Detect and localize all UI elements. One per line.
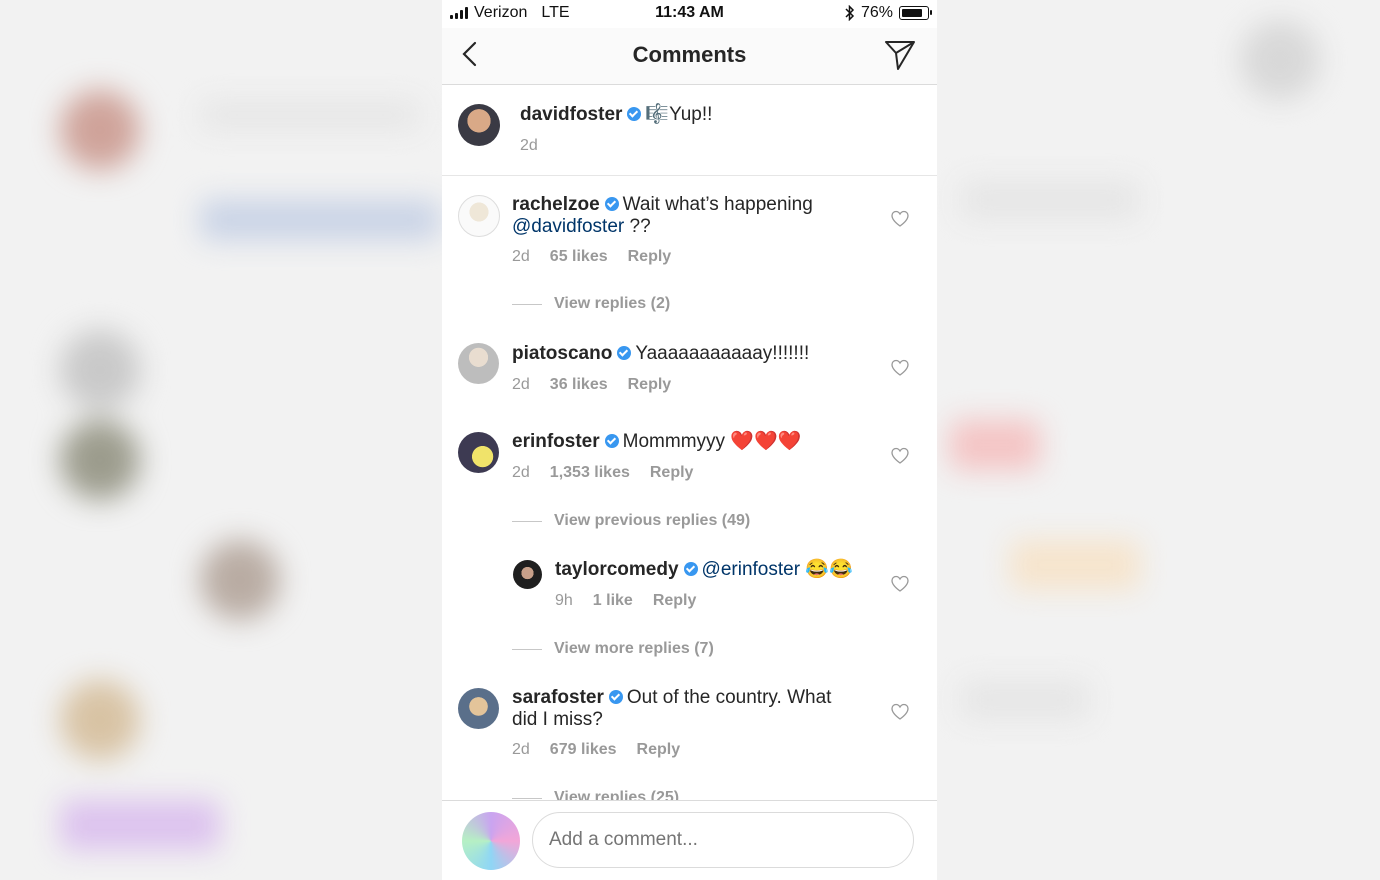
avatar [462, 812, 520, 870]
verified-badge-icon [604, 434, 619, 448]
heart-outline-icon[interactable] [891, 575, 909, 593]
comment-text: ?? [624, 216, 651, 237]
timestamp: 2d [512, 741, 530, 758]
post-caption: davidfoster 🎼Yup!! 2d [442, 85, 937, 176]
avatar[interactable] [458, 432, 499, 473]
mention-link[interactable]: @erinfoster [702, 559, 801, 580]
likes-count[interactable]: 1,353 likes [550, 464, 630, 482]
verified-badge-icon [617, 346, 632, 360]
comment-text: Yaaaaaaaaaaay!!!!!!! [635, 343, 810, 364]
avatar[interactable] [458, 343, 499, 384]
verified-badge-icon [627, 107, 642, 121]
paper-plane-icon[interactable] [883, 38, 917, 72]
timestamp: 2d [520, 137, 538, 154]
timestamp: 9h [555, 592, 573, 609]
username[interactable]: taylorcomedy [555, 559, 679, 580]
comment-text: Wait what’s happening [622, 194, 813, 215]
mention-link[interactable]: @davidfoster [512, 216, 624, 237]
view-previous-replies-button[interactable]: View previous replies (49) [512, 512, 750, 530]
reply-button[interactable]: Reply [637, 741, 681, 759]
avatar[interactable] [513, 560, 542, 589]
comment-text: Out of the country. What [626, 687, 832, 708]
avatar[interactable] [458, 688, 499, 729]
username[interactable]: sarafoster [512, 687, 604, 708]
avatar[interactable] [458, 104, 500, 146]
phone-screen: Verizon LTE 11:43 AM 76% Comments davidf… [442, 0, 937, 880]
page-title: Comments [632, 42, 747, 67]
view-replies-label: View replies (2) [554, 295, 671, 312]
battery-icon [899, 6, 932, 20]
timestamp: 2d [512, 464, 530, 481]
reply-button[interactable]: Reply [628, 376, 672, 394]
username[interactable]: rachelzoe [512, 194, 600, 215]
timestamp: 2d [512, 376, 530, 393]
bluetooth-icon [845, 5, 855, 21]
heart-outline-icon[interactable] [891, 210, 909, 228]
comment-text: 😂😂 [800, 559, 853, 580]
caption-text: 🎼Yup!! [645, 104, 713, 125]
heart-outline-icon[interactable] [891, 359, 909, 377]
username[interactable]: piatoscano [512, 343, 612, 364]
likes-count[interactable]: 65 likes [550, 248, 608, 266]
heart-outline-icon[interactable] [891, 703, 909, 721]
battery-percent: 76% [860, 4, 893, 21]
verified-badge-icon [604, 197, 619, 211]
view-replies-label: View previous replies (49) [554, 512, 751, 529]
likes-count[interactable]: 36 likes [550, 376, 608, 394]
avatar[interactable] [458, 195, 500, 237]
likes-count[interactable]: 679 likes [550, 741, 617, 759]
status-bar: Verizon LTE 11:43 AM 76% [442, 0, 937, 28]
verified-badge-icon [608, 690, 623, 704]
heart-outline-icon[interactable] [891, 447, 909, 465]
reply-button[interactable]: Reply [650, 464, 694, 482]
verified-badge-icon [683, 562, 698, 576]
reply-button[interactable]: Reply [628, 248, 672, 266]
view-replies-label: View more replies (7) [554, 640, 714, 657]
username[interactable]: davidfoster [520, 104, 622, 125]
nav-bar: Comments [442, 28, 937, 85]
comment-input[interactable] [532, 812, 914, 868]
comment-composer [442, 800, 937, 880]
comment-text: Mommmyyy ❤️❤️❤️ [622, 431, 802, 452]
view-replies-button[interactable]: View replies (2) [512, 295, 670, 313]
reply-button[interactable]: Reply [653, 592, 697, 610]
view-more-replies-button[interactable]: View more replies (7) [512, 640, 714, 658]
likes-count[interactable]: 1 like [593, 592, 633, 610]
comment-text: did I miss? [512, 709, 603, 730]
timestamp: 2d [512, 248, 530, 265]
username[interactable]: erinfoster [512, 431, 600, 452]
